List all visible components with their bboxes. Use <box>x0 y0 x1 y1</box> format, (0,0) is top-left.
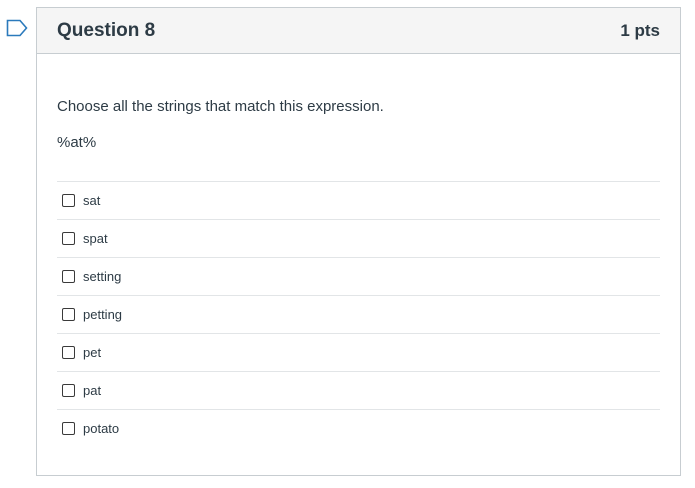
question-points: 1 pts <box>620 20 660 40</box>
answer-label: pat <box>83 383 102 398</box>
question-body: Choose all the strings that match this e… <box>37 97 680 447</box>
answer-checkbox[interactable] <box>62 232 75 245</box>
question-text: Choose all the strings that match this e… <box>57 98 384 115</box>
question-expression: %at% <box>57 134 97 151</box>
answer-checkbox[interactable] <box>62 422 75 435</box>
answer-label: potato <box>83 421 120 436</box>
answer-label: pet <box>83 345 102 360</box>
answer-option[interactable]: setting <box>57 258 660 296</box>
answer-option[interactable]: potato <box>57 410 660 447</box>
answer-label: setting <box>83 269 122 284</box>
answer-checkbox[interactable] <box>62 308 75 321</box>
answer-checkbox[interactable] <box>62 384 75 397</box>
answer-checkbox[interactable] <box>62 346 75 359</box>
answer-option[interactable]: pat <box>57 372 660 410</box>
answer-checkbox[interactable] <box>62 270 75 283</box>
answer-option[interactable]: sat <box>57 182 660 220</box>
question-card: Question 8 1 pts Choose all the strings … <box>36 7 681 476</box>
answer-label: sat <box>83 193 101 208</box>
answer-option[interactable]: pet <box>57 334 660 372</box>
question-title: Question 8 <box>57 19 156 41</box>
answer-checkbox[interactable] <box>62 194 75 207</box>
question-header: Question 8 1 pts <box>37 8 680 54</box>
flag-question-icon[interactable] <box>6 19 28 37</box>
answer-list: sat spat setting petting pet pat potato <box>57 181 660 447</box>
answer-label: spat <box>83 231 108 246</box>
answer-label: petting <box>83 307 123 322</box>
answer-option[interactable]: spat <box>57 220 660 258</box>
answer-option[interactable]: petting <box>57 296 660 334</box>
